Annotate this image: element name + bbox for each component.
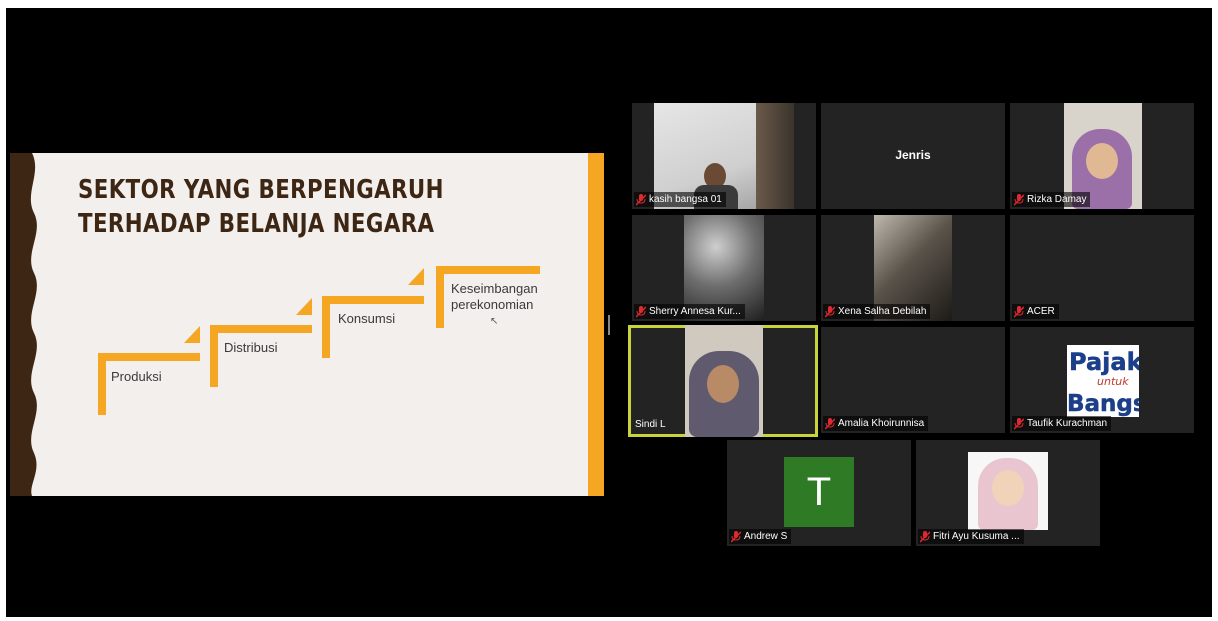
- participant-video: [685, 325, 763, 437]
- step-label-konsumsi: Konsumsi: [338, 311, 396, 326]
- mic-muted-icon: [636, 305, 646, 318]
- step-label-keseimbangan: Keseimbangan perekonomian: [451, 281, 538, 312]
- participant-name-bar: Rizka Damay: [1012, 192, 1091, 207]
- mic-muted-icon: [825, 417, 835, 430]
- participant-name-bar: Fitri Ayu Kusuma ...: [918, 529, 1024, 544]
- participant-name-bar: kasih bangsa 01: [634, 192, 726, 207]
- participant-photo: [968, 452, 1048, 530]
- panel-resize-handle[interactable]: [608, 315, 610, 335]
- participant-tile-taufik[interactable]: Pajak untuk Bangsa Taufik Kurachman: [1010, 327, 1194, 433]
- participant-name: Taufik Kurachman: [1027, 418, 1108, 429]
- participant-tile-andrew[interactable]: T Andrew S: [727, 440, 911, 546]
- participant-name: Jenris: [895, 148, 931, 162]
- mic-muted-icon: [825, 305, 835, 318]
- mic-muted-icon: [920, 530, 930, 543]
- mic-muted-icon: [731, 530, 741, 543]
- participant-name: Sindi L: [635, 419, 666, 430]
- svg-text:Pajak: Pajak: [1069, 348, 1139, 376]
- participant-name: Xena Salha Debilah: [838, 306, 927, 317]
- mouse-cursor-icon: ↖: [490, 316, 499, 327]
- participant-tile-kasih-bangsa[interactable]: kasih bangsa 01: [632, 103, 816, 209]
- participant-name-bar: Xena Salha Debilah: [823, 304, 931, 319]
- participant-name: Fitri Ayu Kusuma ...: [933, 531, 1020, 542]
- svg-text:untuk: untuk: [1097, 375, 1129, 388]
- participant-name: Sherry Annesa Kur...: [649, 306, 741, 317]
- mic-muted-icon: [1014, 193, 1024, 206]
- participant-tile-jenris[interactable]: Jenris: [821, 103, 1005, 209]
- participant-name: Andrew S: [744, 531, 788, 542]
- participant-name-bar: Sherry Annesa Kur...: [634, 304, 745, 319]
- avatar-initial: T: [784, 457, 854, 527]
- svg-text:Bangsa: Bangsa: [1067, 391, 1139, 417]
- participant-tile-sherry[interactable]: Sherry Annesa Kur...: [632, 215, 816, 321]
- participant-name-bar: Sindi L: [633, 417, 670, 432]
- participant-name-bar: ACER: [1012, 304, 1059, 319]
- participant-name-bar: Andrew S: [729, 529, 792, 544]
- mic-muted-icon: [636, 193, 646, 206]
- mic-muted-icon: [1014, 417, 1024, 430]
- participant-name-bar: Amalia Khoirunnisa: [823, 416, 929, 431]
- participant-name: ACER: [1027, 306, 1055, 317]
- participant-tile-amalia[interactable]: Amalia Khoirunnisa: [821, 327, 1005, 433]
- participant-tile-rizka[interactable]: Rizka Damay: [1010, 103, 1194, 209]
- pajak-untuk-bangsa-logo: Pajak untuk Bangsa: [1067, 345, 1139, 417]
- participant-name: Amalia Khoirunnisa: [838, 418, 925, 429]
- participant-tile-xena[interactable]: Xena Salha Debilah: [821, 215, 1005, 321]
- participant-name-bar: Taufik Kurachman: [1012, 416, 1112, 431]
- participant-tile-sindi-active-speaker[interactable]: Sindi L: [628, 325, 818, 437]
- step-label-produksi: Produksi: [111, 369, 162, 384]
- staircase-diagram: [98, 266, 540, 415]
- participant-tile-acer[interactable]: ACER: [1010, 215, 1194, 321]
- mic-muted-icon: [1014, 305, 1024, 318]
- participant-name: kasih bangsa 01: [649, 194, 722, 205]
- shared-screen-slide: SEKTOR YANG BERPENGARUH TERHADAP BELANJA…: [10, 153, 604, 496]
- participant-tile-fitri[interactable]: Fitri Ayu Kusuma ...: [916, 440, 1100, 546]
- step-label-distribusi: Distribusi: [224, 340, 278, 355]
- participant-name: Rizka Damay: [1027, 194, 1087, 205]
